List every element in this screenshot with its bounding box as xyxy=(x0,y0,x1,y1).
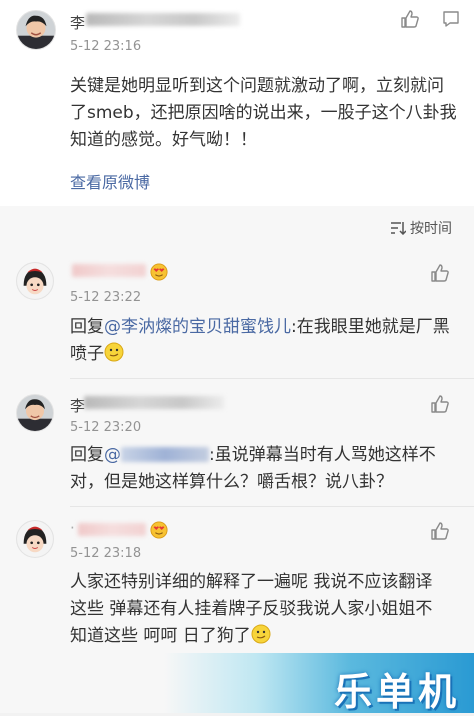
avatar[interactable] xyxy=(16,520,54,558)
smirk-emoji-icon xyxy=(104,342,124,362)
main-post: 李 5-12 23:16 关键是她明显听到这个问题就激动了啊，立刻就问了smeb… xyxy=(0,0,474,206)
smirk-emoji-icon xyxy=(251,624,271,644)
like-icon[interactable] xyxy=(430,263,450,283)
post-time: 5-12 23:16 xyxy=(70,39,142,54)
comment-time: 5-12 23:20 xyxy=(70,420,142,435)
user-photo-icon xyxy=(17,395,53,431)
sort-label: 按时间 xyxy=(410,221,452,237)
watermark-logo: 乐单机 xyxy=(333,670,460,714)
watermark-banner: 乐单机 xyxy=(164,653,474,714)
avatar[interactable] xyxy=(16,262,54,300)
like-icon[interactable] xyxy=(430,394,450,414)
comment-divider xyxy=(70,506,474,507)
sort-by-time-button[interactable]: 按时间 xyxy=(390,218,452,238)
reply-prefix: 回复 xyxy=(70,317,104,337)
comment-time: 5-12 23:22 xyxy=(70,290,142,305)
avatar[interactable] xyxy=(16,10,56,50)
mention-link[interactable]: @李汭燦的宝贝甜蜜饯儿 xyxy=(104,317,291,337)
heart-eyes-emoji-icon xyxy=(150,263,168,281)
view-original-link[interactable]: 查看原微博 xyxy=(70,169,150,193)
mention-name-redacted[interactable] xyxy=(121,447,209,462)
comment-icon[interactable] xyxy=(441,9,461,29)
cartoon-avatar-icon xyxy=(17,263,53,299)
user-name-redacted[interactable] xyxy=(86,13,240,26)
like-icon[interactable] xyxy=(430,521,450,541)
reply-prefix: 回复 xyxy=(70,445,104,465)
user-name-initial: 李 xyxy=(70,14,86,32)
like-icon[interactable] xyxy=(400,9,420,29)
comment-time: 5-12 23:18 xyxy=(70,546,142,561)
avatar[interactable] xyxy=(16,394,54,432)
comment-text: 人家还特别详细的解释了一遍呢 我说不应该翻译这些 弹幕还有人挂着牌子反驳我说人家… xyxy=(70,569,448,650)
user-name-redacted[interactable] xyxy=(72,264,146,277)
comment-text: 回复@:虽说弹幕当时有人骂她这样不对，但是她这样算什么？嚼舌根？说八卦？ xyxy=(70,442,440,496)
mention-link[interactable]: @ xyxy=(104,445,121,465)
user-name-redacted[interactable] xyxy=(78,523,146,536)
user-name-initial: 李 xyxy=(70,397,86,415)
comment-text: 回复@李汭燦的宝贝甜蜜饯儿:在我眼里她就是厂黑 喷子 xyxy=(70,314,450,368)
sort-icon xyxy=(391,222,406,235)
user-photo-icon xyxy=(17,11,55,49)
cartoon-avatar-icon xyxy=(17,521,53,557)
user-name-redacted[interactable] xyxy=(84,396,224,409)
post-text: 关键是她明显听到这个问题就激动了啊，立刻就问了smeb，还把原因啥的说出来，一股… xyxy=(70,76,457,150)
user-name-initial: · xyxy=(70,519,75,537)
heart-eyes-emoji-icon xyxy=(150,521,168,539)
comment-divider xyxy=(70,378,474,379)
